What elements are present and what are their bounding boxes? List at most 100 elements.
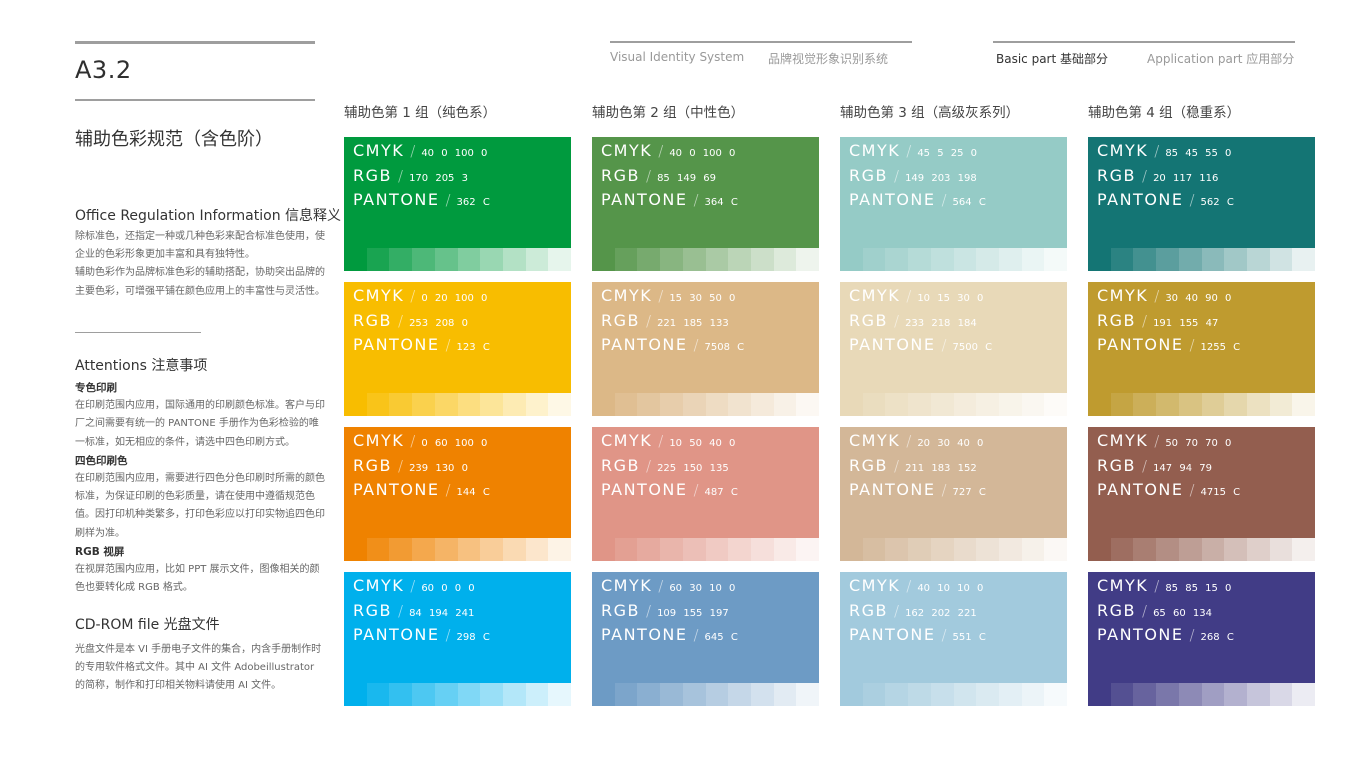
cdrom-text: 光盘文件是本 VI 手册电子文件的集合，内含手册制作时的专用软件格式文件。其中 … [75,644,322,692]
tint-step [796,683,820,706]
page-title: 辅助色彩规范（含色阶） [75,129,273,150]
tint-step [592,393,615,416]
rgb-line: RGB / 233 218 184 [849,311,977,330]
pantone-line: PANTONE / 364 C [601,190,738,209]
color-card[interactable]: CMYK / 60 30 10 0 RGB / 109 155 197 PANTONE / 64… [592,572,820,706]
cmyk-label: CMYK [601,286,653,305]
cmyk-label: CMYK [353,286,405,305]
color-card[interactable]: CMYK / 30 40 90 0 RGB / 191 155 47 PANTONE / 125… [1088,282,1316,416]
tint-step [502,538,526,561]
pantone-line: PANTONE / 4715 C [1097,480,1240,499]
cmyk-line: CMYK / 40 10 10 0 [849,576,983,595]
pantone-line: PANTONE / 362 C [353,190,490,209]
tint-step [366,538,390,561]
office-info-heading: Office Regulation Information 信息释义 [75,208,342,224]
pantone-value: 4715 C [1200,487,1241,498]
tint-step [773,683,797,706]
cmyk-label: CMYK [1097,431,1149,450]
rgb-label: RGB [1097,456,1136,475]
cmyk-label: CMYK [353,141,405,160]
group-title: 辅助色第 3 组（高级灰系列） [840,105,1020,121]
slash-separator: / [894,457,900,475]
slash-separator: / [1189,336,1195,354]
tint-step [592,248,615,271]
tint-step [1269,538,1293,561]
cmyk-line: CMYK / 10 50 40 0 [601,431,735,450]
tint-scale [344,538,572,561]
tint-step [1269,248,1293,271]
pantone-line: PANTONE / 564 C [849,190,986,209]
tint-step [840,538,863,561]
pantone-label: PANTONE [849,480,936,499]
nav-visual-identity-system-cn[interactable]: 品牌视觉形象识别系统 [768,50,888,67]
rgb-line: RGB / 84 194 241 [353,601,474,620]
tint-step [1178,538,1202,561]
tint-step [344,248,367,271]
tint-step [1201,683,1225,706]
slash-separator: / [646,167,652,185]
color-card[interactable]: CMYK / 40 0 100 0 RGB / 85 149 69 PANTONE / 364 … [592,137,820,271]
color-card[interactable]: CMYK / 20 30 40 0 RGB / 211 183 152 PANTONE / 72… [840,427,1068,561]
pantone-value: 364 C [704,197,738,208]
slash-separator: / [646,312,652,330]
slash-separator: / [410,142,416,160]
tint-step [1044,248,1068,271]
cmyk-value: 85 45 55 0 [1165,148,1232,159]
tint-step [1178,248,1202,271]
color-card[interactable]: CMYK / 0 20 100 0 RGB / 253 208 0 PANTONE / 123 … [344,282,572,416]
cmyk-label: CMYK [601,431,653,450]
tint-scale [592,538,820,561]
tint-step [998,248,1022,271]
nav-basic-part[interactable]: Basic part 基础部分 [996,50,1108,67]
slash-separator: / [1154,287,1160,305]
rgb-label: RGB [601,456,640,475]
cmyk-label: CMYK [1097,141,1149,160]
color-card[interactable]: CMYK / 0 60 100 0 RGB / 239 130 0 PANTONE / 144 … [344,427,572,561]
color-card[interactable]: CMYK / 85 45 55 0 RGB / 20 117 116 PANTONE / 562… [1088,137,1316,271]
slash-separator: / [941,481,947,499]
nav-visual-identity-system[interactable]: Visual Identity System [610,50,744,64]
tint-step [1156,538,1179,561]
color-card[interactable]: CMYK / 15 30 50 0 RGB / 221 185 133 PANTONE / 75… [592,282,820,416]
tint-step [773,248,797,271]
color-card[interactable]: CMYK / 10 15 30 0 RGB / 233 218 184 PANTONE / 75… [840,282,1068,416]
slash-separator: / [1189,626,1195,644]
pantone-line: PANTONE / 487 C [601,480,738,499]
rgb-line: RGB / 225 150 135 [601,456,729,475]
tint-scale [592,683,820,706]
cmyk-value: 15 30 50 0 [669,293,736,304]
color-card[interactable]: CMYK / 40 0 100 0 RGB / 170 205 3 PANTONE / 362 … [344,137,572,271]
tint-step [1044,538,1068,561]
pantone-label: PANTONE [353,625,440,644]
tint-scale [1088,683,1316,706]
cmyk-line: CMYK / 30 40 90 0 [1097,286,1231,305]
top-rule-left [75,41,315,44]
color-card[interactable]: CMYK / 10 50 40 0 RGB / 225 150 135 PANTONE / 48… [592,427,820,561]
pantone-label: PANTONE [601,625,688,644]
pantone-label: PANTONE [849,625,936,644]
tint-step [525,538,549,561]
cmyk-value: 10 15 30 0 [917,293,984,304]
tint-step [1133,393,1157,416]
color-card[interactable]: CMYK / 40 10 10 0 RGB / 162 202 221 PANTONE / 55… [840,572,1068,706]
tint-step [930,683,954,706]
group-title: 辅助色第 4 组（稳重系） [1088,105,1241,121]
pantone-line: PANTONE / 551 C [849,625,986,644]
color-card[interactable]: CMYK / 50 70 70 0 RGB / 147 94 79 PANTONE / 4715… [1088,427,1316,561]
cmyk-label: CMYK [601,576,653,595]
cmyk-label: CMYK [849,431,901,450]
tint-step [976,393,999,416]
color-card[interactable]: CMYK / 60 0 0 0 RGB / 84 194 241 PANTONE / 298 C [344,572,572,706]
tint-step [1088,538,1111,561]
tint-step [457,248,481,271]
tint-step [1224,248,1247,271]
tint-step [614,248,638,271]
pantone-line: PANTONE / 7500 C [849,335,992,354]
tint-step [434,248,458,271]
color-card[interactable]: CMYK / 85 85 15 0 RGB / 65 60 134 PANTONE / 268 … [1088,572,1316,706]
rgb-line: RGB / 65 60 134 [1097,601,1212,620]
tint-step [389,538,413,561]
nav-application-part[interactable]: Application part 应用部分 [1147,50,1294,67]
tint-step [548,393,572,416]
color-card[interactable]: CMYK / 45 5 25 0 RGB / 149 203 198 PANTONE / 564… [840,137,1068,271]
